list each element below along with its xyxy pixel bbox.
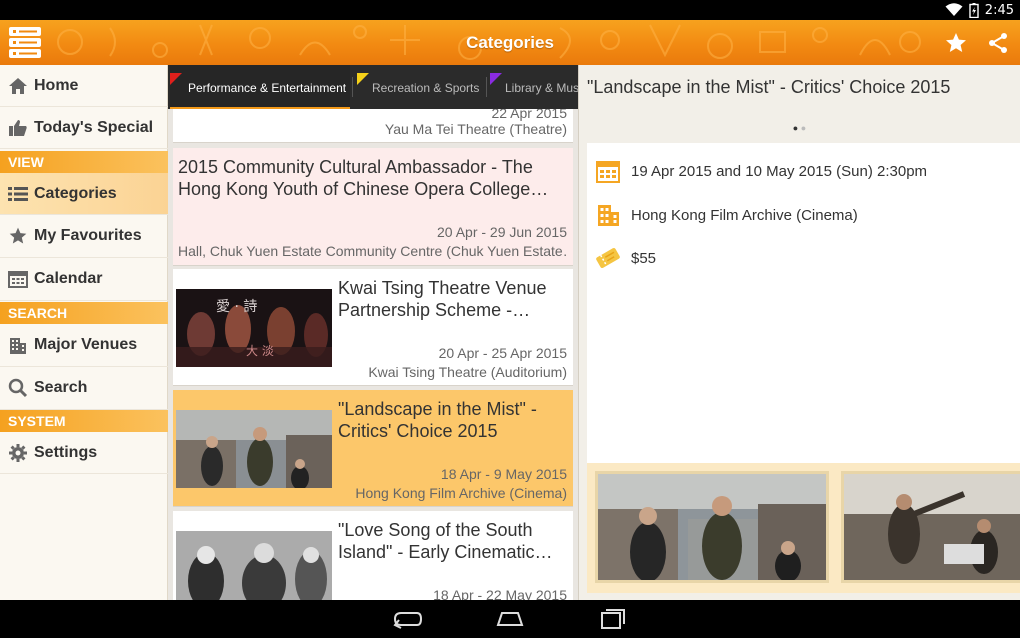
- tab-divider: [486, 77, 487, 97]
- star-icon: [8, 226, 28, 246]
- event-venue: Hall, Chuk Yuen Estate Community Centre …: [178, 243, 567, 259]
- calendar-icon: [596, 161, 620, 183]
- event-list-pane: 22 Apr 2015 Yau Ma Tei Theatre (Theatre)…: [168, 65, 578, 600]
- ticket-icon: [596, 248, 620, 268]
- detail-price: $55: [631, 249, 657, 267]
- share-button[interactable]: [986, 31, 1010, 55]
- system-navigation-bar: [0, 600, 1020, 638]
- detail-title: "Landscape in the Mist" - Critics' Choic…: [587, 77, 951, 97]
- action-bar: Categories: [0, 20, 1020, 65]
- detail-info-card: 19 Apr 2015 and 10 May 2015 (Sun) 2:30pm…: [587, 143, 1020, 463]
- nav-label-my-favourites: My Favourites: [34, 227, 142, 244]
- tab-color-marker: [357, 73, 369, 85]
- tab-active-indicator: [170, 107, 350, 109]
- list-icon: [8, 184, 28, 204]
- tab-library-museum[interactable]: Library & Mus: [490, 65, 578, 109]
- detail-datetime-row: 19 Apr 2015 and 10 May 2015 (Sun) 2:30pm: [595, 158, 927, 184]
- nav-item-todays-special[interactable]: Today's Special: [0, 107, 168, 149]
- share-icon: [989, 33, 1007, 53]
- nav-label-calendar: Calendar: [34, 270, 103, 287]
- nav-label-home: Home: [34, 76, 79, 94]
- wifi-icon: [945, 3, 963, 16]
- tab-recreation-sports[interactable]: Recreation & Sports: [357, 65, 485, 109]
- nav-label-categories: Categories: [34, 184, 117, 202]
- app-screen: 2:45 Categories Home Today's Special VIE…: [0, 0, 1020, 638]
- event-date: 20 Apr - 25 Apr 2015: [438, 345, 567, 361]
- nav-label-settings: Settings: [34, 443, 98, 461]
- event-date: 22 Apr 2015: [491, 109, 567, 121]
- event-title: "Landscape in the Mist" - Critics' Choic…: [338, 399, 537, 441]
- nav-item-major-venues[interactable]: Major Venues: [0, 324, 168, 367]
- list-item[interactable]: 22 Apr 2015 Yau Ma Tei Theatre (Theatre): [173, 109, 573, 143]
- detail-datetime: 19 Apr 2015 and 10 May 2015 (Sun) 2:30pm: [631, 162, 928, 180]
- calendar-icon: [8, 269, 28, 289]
- event-date: 18 Apr - 22 May 2015: [433, 587, 567, 600]
- tab-label: Recreation & Sports: [372, 81, 480, 95]
- thumbs-up-icon: [8, 118, 28, 138]
- tab-performance-entertainment[interactable]: Performance & Entertainment: [170, 65, 350, 109]
- home-icon[interactable]: [495, 607, 525, 631]
- svg-text:愛 · 詩: 愛 · 詩: [216, 299, 257, 315]
- page-title: Categories: [466, 33, 554, 52]
- detail-price-row: $55: [595, 245, 656, 271]
- detail-venue-row: Hong Kong Film Archive (Cinema): [595, 202, 858, 228]
- svg-text:大 淡: 大 淡: [246, 344, 274, 358]
- section-header-view: VIEW: [0, 151, 168, 173]
- tab-color-marker: [490, 73, 502, 85]
- tab-label: Library & Mus: [505, 81, 578, 95]
- image-gallery: [587, 463, 1020, 593]
- battery-icon: [969, 2, 979, 18]
- nav-item-home[interactable]: Home: [0, 65, 168, 107]
- star-icon: [946, 33, 966, 52]
- search-icon: [8, 378, 28, 398]
- status-time: 2:45: [984, 2, 1014, 18]
- nav-item-my-favourites[interactable]: My Favourites: [0, 215, 168, 258]
- event-date: 18 Apr - 9 May 2015: [440, 466, 567, 482]
- building-icon: [598, 205, 619, 226]
- event-title: "Love Song of the South Island" - Early …: [338, 520, 553, 562]
- back-icon[interactable]: [393, 607, 423, 631]
- status-bar: 2:45: [0, 0, 1020, 20]
- nav-item-settings[interactable]: Settings: [0, 432, 168, 474]
- home-icon: [8, 76, 28, 96]
- nav-item-categories[interactable]: Categories: [0, 173, 168, 215]
- event-title: 2015 Community Cultural Ambassador - The…: [178, 157, 549, 199]
- event-venue: Yau Ma Tei Theatre (Theatre): [384, 121, 567, 137]
- gear-icon: [8, 443, 28, 463]
- event-date: 20 Apr - 29 Jun 2015: [437, 224, 567, 240]
- event-thumbnail: [176, 410, 332, 488]
- category-tabs: Performance & Entertainment Recreation &…: [168, 65, 578, 109]
- event-venue: Hong Kong Film Archive (Cinema): [355, 485, 567, 501]
- navigation-drawer: Home Today's Special VIEW Categories My …: [0, 65, 168, 600]
- nav-item-calendar[interactable]: Calendar: [0, 258, 168, 301]
- nav-label-search: Search: [34, 379, 88, 396]
- list-item[interactable]: 愛 · 詩 大 淡 Kwai Tsing Theatre Venue Partn…: [173, 269, 573, 386]
- event-venue: Kwai Tsing Theatre (Auditorium): [368, 364, 567, 380]
- favourite-button[interactable]: [944, 31, 968, 55]
- event-title: Kwai Tsing Theatre Venue Partnership Sch…: [338, 278, 547, 320]
- section-header-search: SEARCH: [0, 302, 168, 324]
- list-item[interactable]: "Love Song of the South Island" - Early …: [173, 511, 573, 600]
- event-thumbnail: [176, 531, 332, 600]
- nav-label-major-venues: Major Venues: [34, 336, 138, 353]
- page-indicator: ● ●: [792, 123, 807, 133]
- section-header-system: SYSTEM: [0, 410, 168, 432]
- nav-label-todays-special: Today's Special: [34, 118, 154, 136]
- gallery-image[interactable]: [595, 471, 829, 583]
- gallery-image[interactable]: [841, 471, 1020, 583]
- tab-color-marker: [170, 73, 182, 85]
- nav-item-search[interactable]: Search: [0, 367, 168, 410]
- tab-label: Performance & Entertainment: [188, 81, 347, 95]
- event-thumbnail: 愛 · 詩 大 淡: [176, 289, 332, 367]
- tab-divider: [352, 77, 353, 97]
- detail-venue: Hong Kong Film Archive (Cinema): [631, 206, 858, 224]
- recent-apps-icon[interactable]: [598, 607, 628, 631]
- event-detail-pane: "Landscape in the Mist" - Critics' Choic…: [578, 65, 1020, 600]
- building-icon: [8, 335, 28, 355]
- list-item[interactable]: 2015 Community Cultural Ambassador - The…: [173, 148, 573, 266]
- list-item-selected[interactable]: "Landscape in the Mist" - Critics' Choic…: [173, 390, 573, 507]
